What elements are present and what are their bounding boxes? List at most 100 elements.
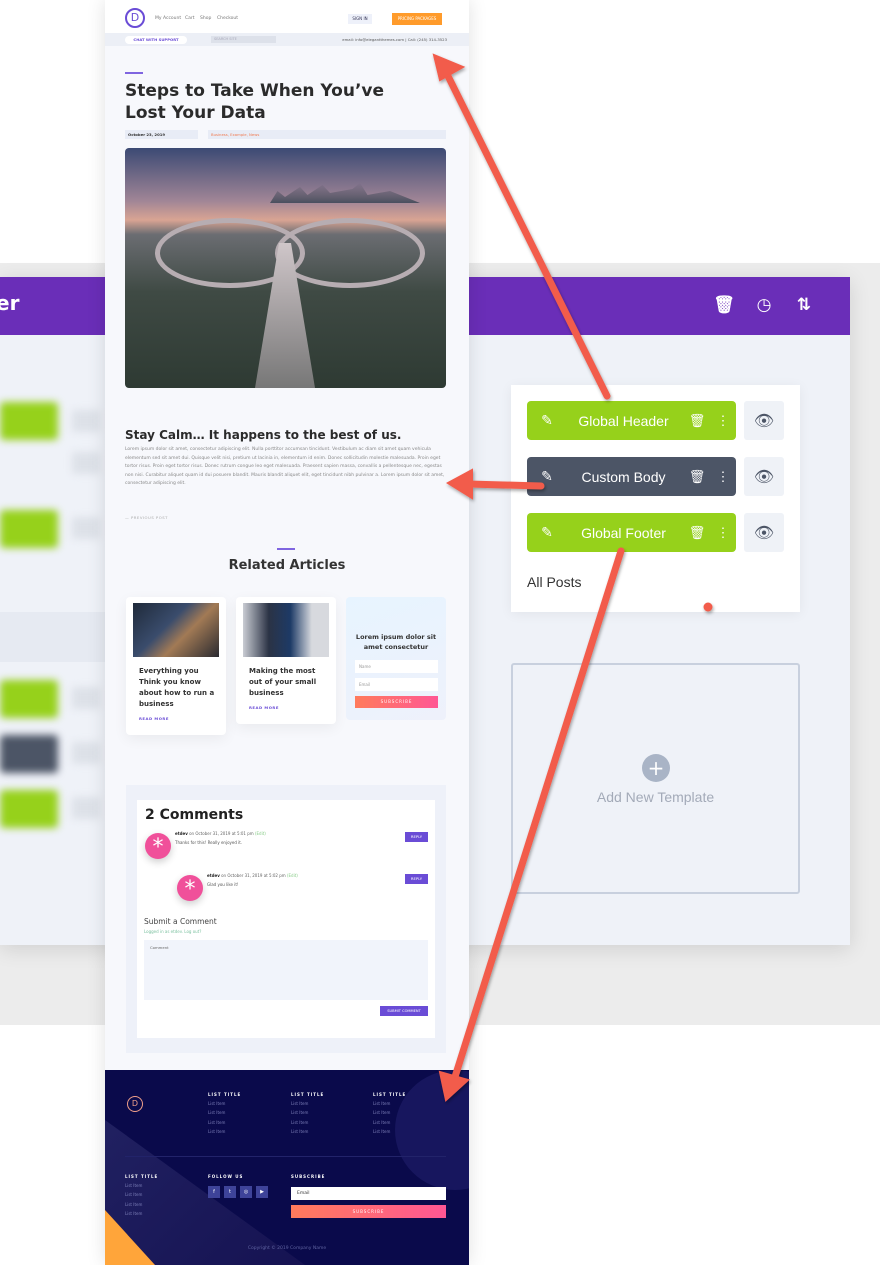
subscribe-title: Lorem ipsum dolor sit amet consectetur [355,633,437,651]
blurred-eye [72,687,100,709]
comment-textarea[interactable]: Comment [144,940,428,1000]
related-accent [277,548,295,550]
read-more-link[interactable]: READ MORE [139,716,169,721]
blurred-eye [72,517,100,539]
footer-list-item[interactable]: List Item [291,1101,308,1106]
top-bar: CHAT WITH SUPPORT SEARCH SITE email: inf… [105,33,469,46]
more-icon[interactable]: ⋮ [710,525,736,541]
footer-list-item[interactable]: List Item [373,1129,390,1134]
reply-button[interactable]: REPLY [405,832,428,842]
facebook-icon[interactable]: f [208,1186,220,1198]
plus-icon[interactable]: + [642,754,670,782]
pencil-icon[interactable]: ✎ [527,412,567,429]
footer-email-input[interactable]: Email [291,1187,446,1200]
nav-my-account[interactable]: My Account [155,16,181,21]
template-custom-body[interactable]: ✎ Custom Body 🗑 ⋮ [527,457,736,496]
comment-author[interactable]: etdev [207,873,220,878]
article-image [133,603,219,657]
article-title[interactable]: Making the most out of your small busine… [249,666,329,699]
footer-list-item[interactable]: List Item [208,1101,225,1106]
site-logo[interactable]: D [125,8,145,28]
nav-cart[interactable]: Cart [185,16,195,21]
read-more-link[interactable]: READ MORE [249,705,279,710]
footer-list-item[interactable]: List Item [291,1129,308,1134]
search-input[interactable]: SEARCH SITE [211,36,276,43]
edit-link[interactable]: (Edit) [287,873,298,878]
pencil-icon[interactable]: ✎ [527,524,567,541]
footer-list-title: LIST TITLE [125,1174,159,1179]
related-card[interactable]: Everything you Think you know about how … [126,597,226,735]
more-icon[interactable]: ⋮ [710,469,736,485]
footer-subscribe-button[interactable]: SUBSCRIBE [291,1205,446,1218]
blurred-eye [72,452,100,474]
footer-list-item[interactable]: List Item [125,1192,142,1197]
website-preview: D My Account Cart Shop Checkout SIGN IN … [105,0,469,1265]
trash-icon[interactable]: 🗑 [684,525,710,541]
comment-meta: etdev on October 31, 2019 at 5:02 pm (Ed… [207,873,298,878]
trash-icon[interactable]: 🗑 [684,469,710,485]
footer-list-item[interactable]: List Item [373,1101,390,1106]
sort-icon[interactable]: ⇅ [793,295,815,315]
blurred-eye [72,410,100,432]
avatar: * [145,833,171,860]
name-input[interactable]: Name [355,660,438,673]
eye-icon[interactable]: 👁 [744,401,784,440]
copyright: Copyright © 2019 Company Name [247,1246,327,1251]
footer-list-item[interactable]: List Item [373,1120,390,1125]
more-icon[interactable]: ⋮ [710,413,736,429]
logged-in-link[interactable]: Logged in as etdev. Log out? [144,929,201,934]
eye-icon[interactable]: 👁 [744,457,784,496]
footer-list-item[interactable]: List Item [208,1129,225,1134]
eye-icon[interactable]: 👁 [744,513,784,552]
instagram-icon[interactable]: ◎ [240,1186,252,1198]
builder-title: er [0,291,20,315]
footer-list-item[interactable]: List Item [291,1120,308,1125]
blurred-eye [72,797,100,819]
footer-list-item[interactable]: List Item [125,1183,142,1188]
template-global-header[interactable]: ✎ Global Header 🗑 ⋮ [527,401,736,440]
title-accent [125,72,143,74]
article-image [243,603,329,657]
blurred-template [0,680,58,718]
contact-info: email: info@elegantthemes.com | Call: (2… [342,37,447,42]
post-categories[interactable]: Business, Example, News [208,130,446,139]
footer-list-item[interactable]: List Item [125,1202,142,1207]
chat-button[interactable]: CHAT WITH SUPPORT [125,36,187,44]
hero-image [125,148,446,388]
footer-list-item[interactable]: List Item [208,1110,225,1115]
pricing-button[interactable]: PRICING PACKAGES [392,13,442,25]
blurred-template [0,735,58,773]
comment-author[interactable]: etdev [175,831,188,836]
subscribe-card: Lorem ipsum dolor sit amet consectetur N… [346,597,446,720]
sign-in-button[interactable]: SIGN IN [348,14,372,24]
article-title[interactable]: Everything you Think you know about how … [139,666,219,710]
blurred-template [0,510,58,548]
twitter-icon[interactable]: t [224,1186,236,1198]
template-label: Global Header [578,412,669,429]
email-input[interactable]: Email [355,678,438,691]
history-icon[interactable]: ◷ [753,295,775,315]
add-new-template[interactable]: + Add New Template [511,663,800,894]
footer-list-title: LIST TITLE [291,1092,325,1097]
submit-comment-button[interactable]: SUBMIT COMMENT [380,1006,428,1016]
previous-post-link[interactable]: — PREVIOUS POST [125,515,168,520]
subscribe-button[interactable]: SUBSCRIBE [355,696,438,708]
footer-list-item[interactable]: List Item [208,1120,225,1125]
trash-icon[interactable]: 🗑 [684,413,710,429]
footer-list-item[interactable]: List Item [125,1211,142,1216]
footer-list-item[interactable]: List Item [373,1110,390,1115]
youtube-icon[interactable]: ▶ [256,1186,268,1198]
nav-checkout[interactable]: Checkout [217,16,238,21]
comment-meta: etdev on October 31, 2019 at 5:01 pm (Ed… [175,831,266,836]
footer-list-item[interactable]: List Item [291,1110,308,1115]
nav-shop[interactable]: Shop [200,16,211,21]
trash-icon[interactable]: 🗑 [713,295,735,315]
pencil-icon[interactable]: ✎ [527,468,567,485]
footer-list-title: LIST TITLE [373,1092,407,1097]
assignment-label: All Posts [527,574,582,590]
footer-logo[interactable]: D [127,1096,143,1112]
edit-link[interactable]: (Edit) [255,831,266,836]
reply-button[interactable]: REPLY [405,874,428,884]
related-card[interactable]: Making the most out of your small busine… [236,597,336,724]
template-global-footer[interactable]: ✎ Global Footer 🗑 ⋮ [527,513,736,552]
